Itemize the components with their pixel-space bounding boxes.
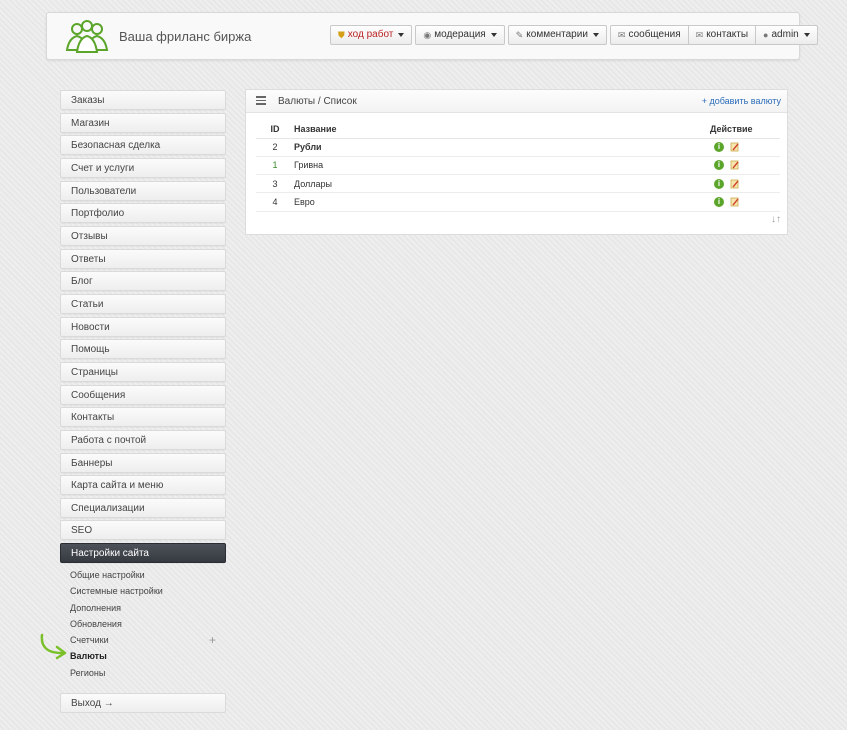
- sidebar-item-help[interactable]: Помощь: [60, 339, 226, 360]
- edit-icon[interactable]: [730, 142, 740, 152]
- row-id: 4: [256, 192, 294, 212]
- shield-icon: ⛊: [338, 30, 345, 40]
- submenu-item-updates[interactable]: Обновления: [70, 616, 220, 632]
- column-header-id: ID: [256, 120, 294, 139]
- site-title[interactable]: Ваша фриланс биржа: [119, 29, 251, 44]
- caret-down-icon: [592, 33, 599, 37]
- column-header-name: Название: [294, 120, 710, 139]
- add-currency-link[interactable]: + добавить валюту: [702, 96, 781, 106]
- plus-icon[interactable]: +: [209, 632, 216, 648]
- sidebar-item-mail[interactable]: Работа с почтой: [60, 429, 226, 450]
- menu-icon[interactable]: [256, 96, 266, 105]
- caret-down-icon: [398, 33, 405, 37]
- row-id: 3: [256, 174, 294, 194]
- top-header: Ваша фриланс биржа ⛊ ход работ ◉ модерац…: [46, 12, 818, 60]
- row-name: Рубли: [294, 138, 710, 157]
- sidebar-item-articles[interactable]: Статьи: [60, 293, 226, 314]
- submenu-item-regions[interactable]: Регионы: [70, 665, 220, 681]
- contacts-button[interactable]: ✉ контакты: [688, 25, 757, 45]
- sidebar-item-reviews[interactable]: Отзывы: [60, 225, 226, 246]
- column-header-action: Действие: [710, 120, 780, 139]
- info-icon[interactable]: i: [714, 197, 724, 208]
- edit-icon[interactable]: [730, 179, 740, 189]
- logout-button[interactable]: Выход →: [60, 693, 226, 713]
- user-menu-button[interactable]: ● admin: [756, 25, 818, 45]
- row-actions: i: [710, 192, 780, 212]
- row-id: 2: [256, 138, 294, 157]
- row-actions: i: [710, 138, 780, 157]
- sidebar-item-seo[interactable]: SEO: [60, 520, 226, 541]
- sidebar: Заказы Магазин Безопасная сделка Счет и …: [60, 90, 226, 566]
- work-progress-button[interactable]: ⛊ ход работ: [330, 25, 413, 45]
- currencies-panel: Валюты / Список + добавить валюту ID Наз…: [245, 89, 788, 235]
- sidebar-item-banners[interactable]: Баннеры: [60, 452, 226, 473]
- sidebar-item-pages[interactable]: Страницы: [60, 361, 226, 382]
- row-name: Доллары: [294, 174, 710, 194]
- settings-submenu: Общие настройки Системные настройки Допо…: [70, 567, 220, 681]
- table-row: 3 Доллары i: [256, 174, 780, 194]
- row-actions: i: [710, 174, 780, 194]
- submenu-item-system[interactable]: Системные настройки: [70, 583, 220, 599]
- sidebar-item-contacts[interactable]: Контакты: [60, 407, 226, 428]
- row-actions: i: [710, 156, 780, 176]
- sidebar-item-news[interactable]: Новости: [60, 316, 226, 337]
- sidebar-item-sitemap[interactable]: Карта сайта и меню: [60, 475, 226, 496]
- row-name: Евро: [294, 192, 710, 212]
- caret-down-icon: [490, 33, 497, 37]
- info-icon[interactable]: i: [714, 160, 724, 171]
- comments-button[interactable]: ✎ комментарии: [507, 25, 607, 45]
- sidebar-item-portfolio[interactable]: Портфолио: [60, 203, 226, 224]
- envelope-icon: ✉: [617, 30, 626, 40]
- user-icon: ●: [763, 30, 769, 40]
- pencil-icon: ✎: [515, 30, 524, 40]
- info-icon[interactable]: i: [714, 142, 724, 153]
- sidebar-item-orders[interactable]: Заказы: [60, 90, 226, 110]
- sidebar-item-users[interactable]: Пользователи: [60, 180, 226, 201]
- submenu-item-currencies[interactable]: Валюты: [70, 648, 220, 664]
- submenu-item-extensions[interactable]: Дополнения: [70, 600, 220, 616]
- sidebar-item-safe-deal[interactable]: Безопасная сделка: [60, 135, 226, 156]
- sort-icon[interactable]: ↓↑: [771, 214, 781, 225]
- edit-icon[interactable]: [730, 160, 740, 170]
- breadcrumb: Валюты / Список: [278, 96, 357, 107]
- edit-icon[interactable]: [730, 197, 740, 207]
- row-name: Гривна: [294, 156, 710, 176]
- info-icon[interactable]: i: [714, 178, 724, 189]
- panel-header: Валюты / Список + добавить валюту: [246, 90, 787, 113]
- sidebar-item-shop[interactable]: Магазин: [60, 112, 226, 133]
- submenu-item-counters[interactable]: Счетчики +: [70, 632, 220, 648]
- row-id: 1: [256, 156, 294, 176]
- currencies-table: ID Название Действие 2 Рубли i 1 Гривна …: [256, 120, 780, 212]
- top-nav: ⛊ ход работ ◉ модерация ✎ комментарии ✉ …: [330, 25, 821, 45]
- messages-button[interactable]: ✉ сообщения: [609, 25, 689, 45]
- caret-down-icon: [803, 33, 810, 37]
- sidebar-item-specializations[interactable]: Специализации: [60, 497, 226, 518]
- sidebar-item-blog[interactable]: Блог: [60, 271, 226, 292]
- sidebar-item-messages[interactable]: Сообщения: [60, 384, 226, 405]
- sidebar-item-answers[interactable]: Ответы: [60, 248, 226, 269]
- submenu-item-general[interactable]: Общие настройки: [70, 567, 220, 583]
- sidebar-item-billing[interactable]: Счет и услуги: [60, 157, 226, 178]
- envelope-icon: ✉: [695, 30, 704, 40]
- logo-icon[interactable]: [63, 18, 111, 56]
- curved-arrow-icon: [40, 633, 67, 660]
- sidebar-item-site-settings[interactable]: Настройки сайта: [60, 543, 226, 564]
- moderation-button[interactable]: ◉ модерация: [415, 25, 505, 45]
- eye-icon: ◉: [423, 30, 432, 40]
- table-row: 1 Гривна i: [256, 156, 780, 176]
- table-row: 2 Рубли i: [256, 138, 780, 157]
- table-row: 4 Евро i: [256, 192, 780, 212]
